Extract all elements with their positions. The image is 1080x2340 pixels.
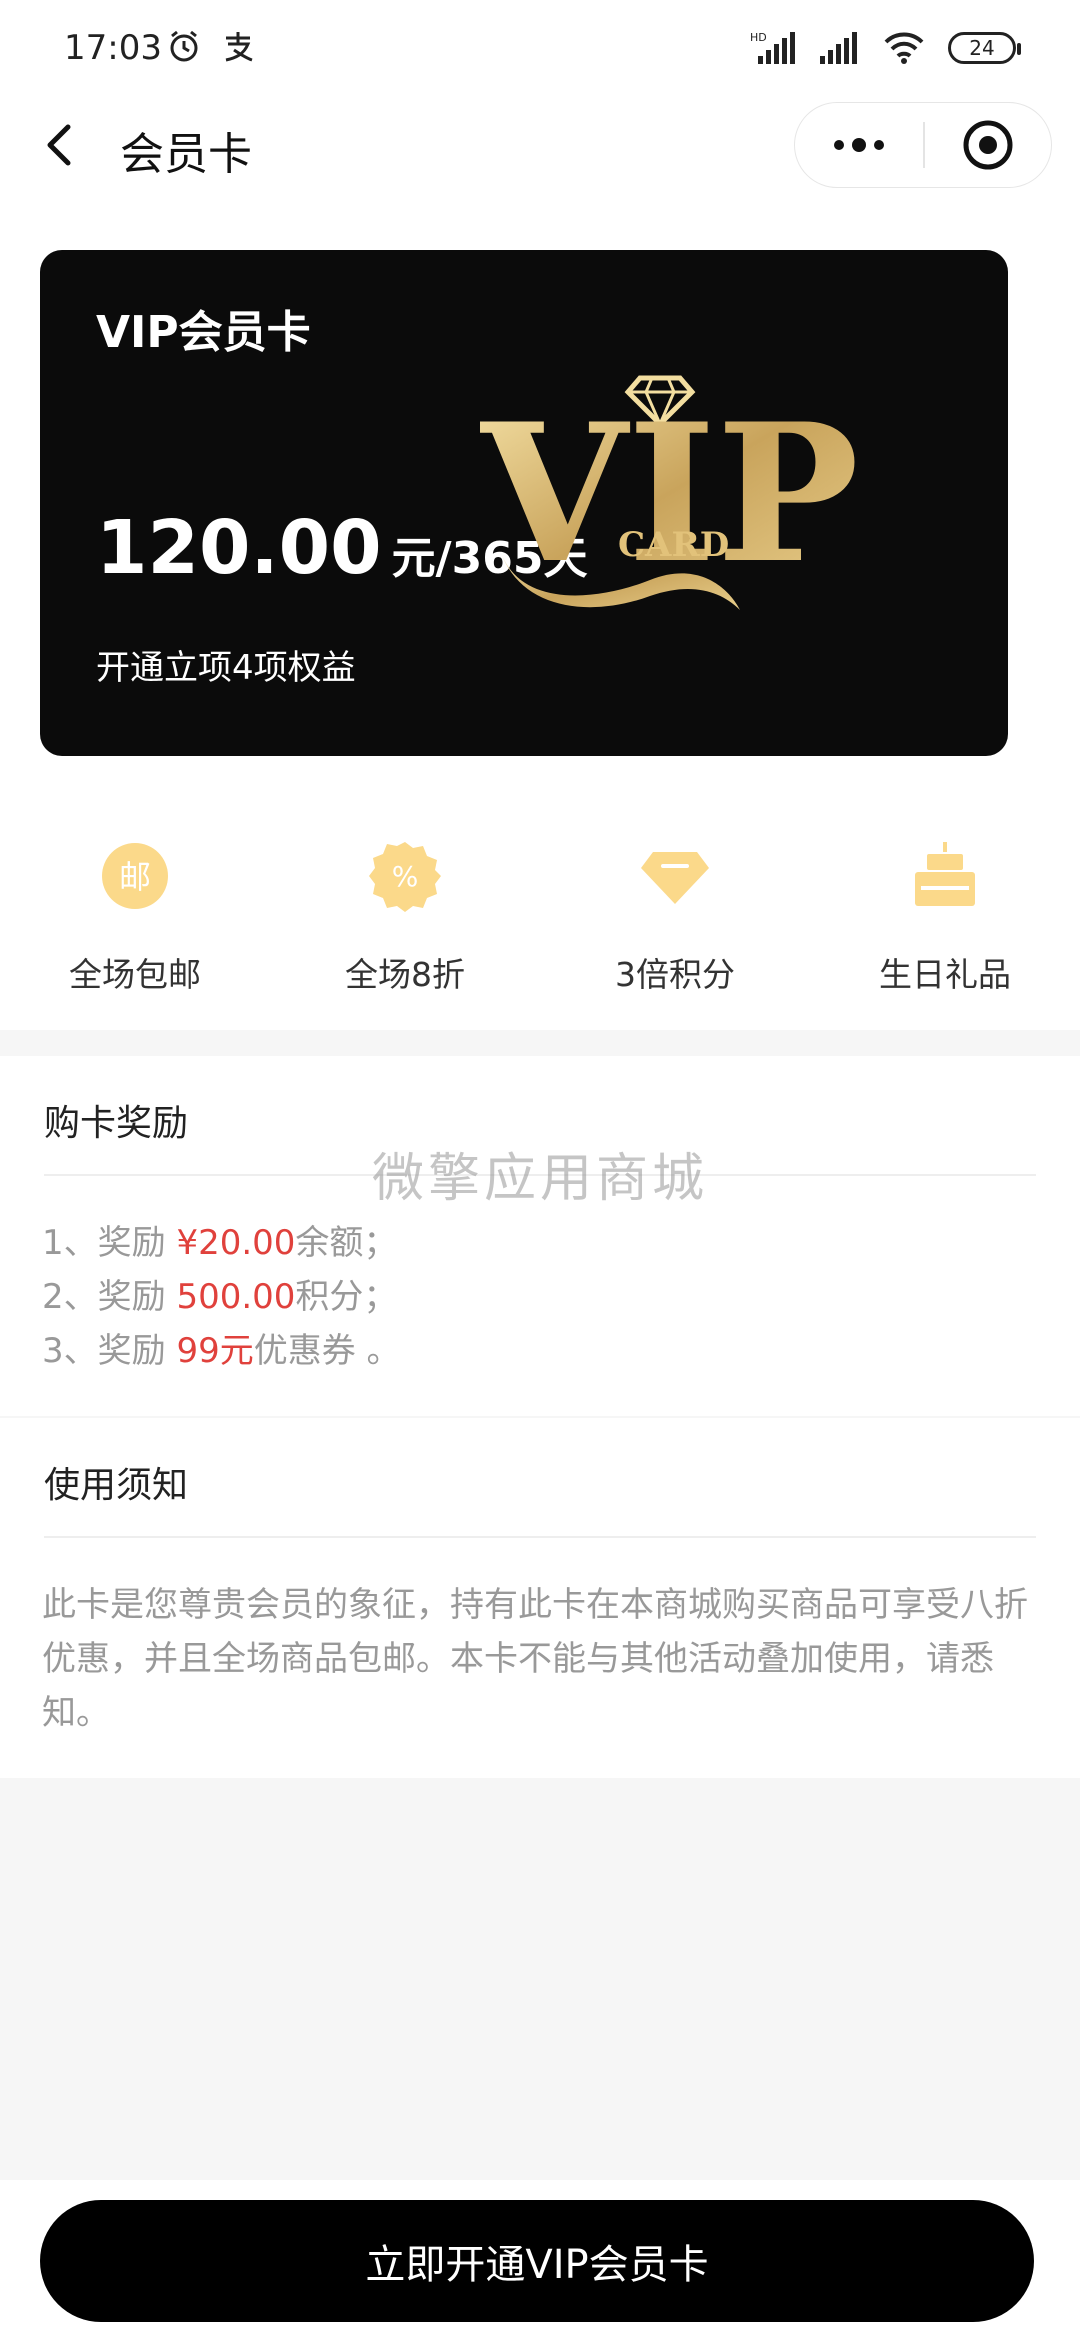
more-dots-icon bbox=[834, 138, 884, 152]
notice-text: 此卡是您尊贵会员的象征，持有此卡在本商城购买商品可享受八折优惠，并且全场商品包邮… bbox=[42, 1585, 1028, 1733]
status-right-icons: HD 24 bbox=[750, 30, 1021, 66]
page-title: 会员卡 bbox=[120, 129, 252, 180]
target-icon bbox=[963, 120, 1013, 170]
status-left-icons bbox=[166, 28, 256, 64]
signal-icon bbox=[820, 32, 857, 64]
divider bbox=[44, 1536, 1036, 1538]
mail-badge-icon: 邮 bbox=[102, 843, 168, 909]
benefit-free-shipping[interactable]: 邮 全场包邮 bbox=[0, 840, 270, 996]
alipay-icon bbox=[225, 32, 253, 62]
svg-text:%: % bbox=[392, 860, 419, 893]
benefit-label: 全场包邮 bbox=[69, 955, 201, 994]
card-benefit-note: 开通立项4项权益 bbox=[96, 648, 356, 688]
battery-icon: 24 bbox=[948, 32, 1021, 64]
reward-value: 500.00 bbox=[176, 1277, 296, 1317]
vip-card-logo: VIP CARD bbox=[480, 375, 859, 610]
alarm-icon bbox=[170, 30, 198, 62]
benefit-discount[interactable]: % 全场8折 bbox=[270, 840, 540, 996]
page: 17:03 HD 24 会员卡 VIP会员卡 120.00 元/365天 开通立… bbox=[0, 0, 1080, 2340]
benefit-points[interactable]: 3倍积分 bbox=[540, 840, 810, 996]
vip-logo-text: VIP bbox=[480, 382, 859, 605]
reward-item: 1、奖励 ¥20.00余额； bbox=[42, 1223, 398, 1263]
benefit-label: 全场8折 bbox=[345, 955, 465, 994]
benefit-label: 生日礼品 bbox=[879, 955, 1011, 994]
reward-value: 99元 bbox=[176, 1331, 254, 1371]
diamond-icon bbox=[641, 852, 709, 904]
close-mini-program-button[interactable] bbox=[925, 102, 1051, 188]
price-amount: 120.00 bbox=[96, 505, 382, 591]
chevron-left-icon bbox=[47, 124, 71, 166]
wifi-icon bbox=[884, 32, 924, 64]
benefit-birthday-gift[interactable]: 生日礼品 bbox=[810, 840, 1080, 996]
benefit-label: 3倍积分 bbox=[615, 955, 735, 994]
back-button[interactable] bbox=[40, 115, 80, 179]
reward-value: ¥20.00 bbox=[176, 1223, 296, 1263]
more-button[interactable] bbox=[795, 102, 923, 188]
reward-item: 2、奖励 500.00积分； bbox=[42, 1277, 398, 1317]
mini-program-capsule bbox=[794, 102, 1052, 188]
percent-badge-icon: % bbox=[369, 842, 441, 912]
benefits-row: 邮 全场包邮 % 全场8折 3倍积分 生日礼品 bbox=[0, 840, 1080, 996]
reward-section: 购卡奖励 1、奖励 ¥20.00余额； 2、奖励 500.00积分； 3、奖励 … bbox=[0, 1056, 1080, 1416]
cake-icon bbox=[915, 842, 975, 906]
battery-level: 24 bbox=[969, 36, 995, 60]
watermark: 微擎应用商城 bbox=[371, 1149, 708, 1209]
vip-logo-sub: CARD bbox=[618, 525, 729, 565]
notice-title: 使用须知 bbox=[44, 1465, 189, 1506]
svg-text:HD: HD bbox=[750, 31, 767, 44]
svg-text:邮: 邮 bbox=[119, 858, 151, 896]
notice-section: 使用须知 此卡是您尊贵会员的象征，持有此卡在本商城购买商品可享受八折优惠，并且全… bbox=[0, 1418, 1080, 1778]
status-time: 17:03 bbox=[64, 28, 162, 68]
hd-signal-icon: HD bbox=[750, 31, 795, 64]
open-vip-card-button[interactable]: 立即开通VIP会员卡 bbox=[40, 2200, 1034, 2322]
reward-item: 3、奖励 99元优惠券 。 bbox=[42, 1331, 401, 1371]
reward-list: 1、奖励 ¥20.00余额； 2、奖励 500.00积分； 3、奖励 99元优惠… bbox=[42, 1216, 401, 1378]
status-bar: 17:03 HD 24 bbox=[0, 0, 1080, 100]
card-title: VIP会员卡 bbox=[96, 307, 311, 358]
